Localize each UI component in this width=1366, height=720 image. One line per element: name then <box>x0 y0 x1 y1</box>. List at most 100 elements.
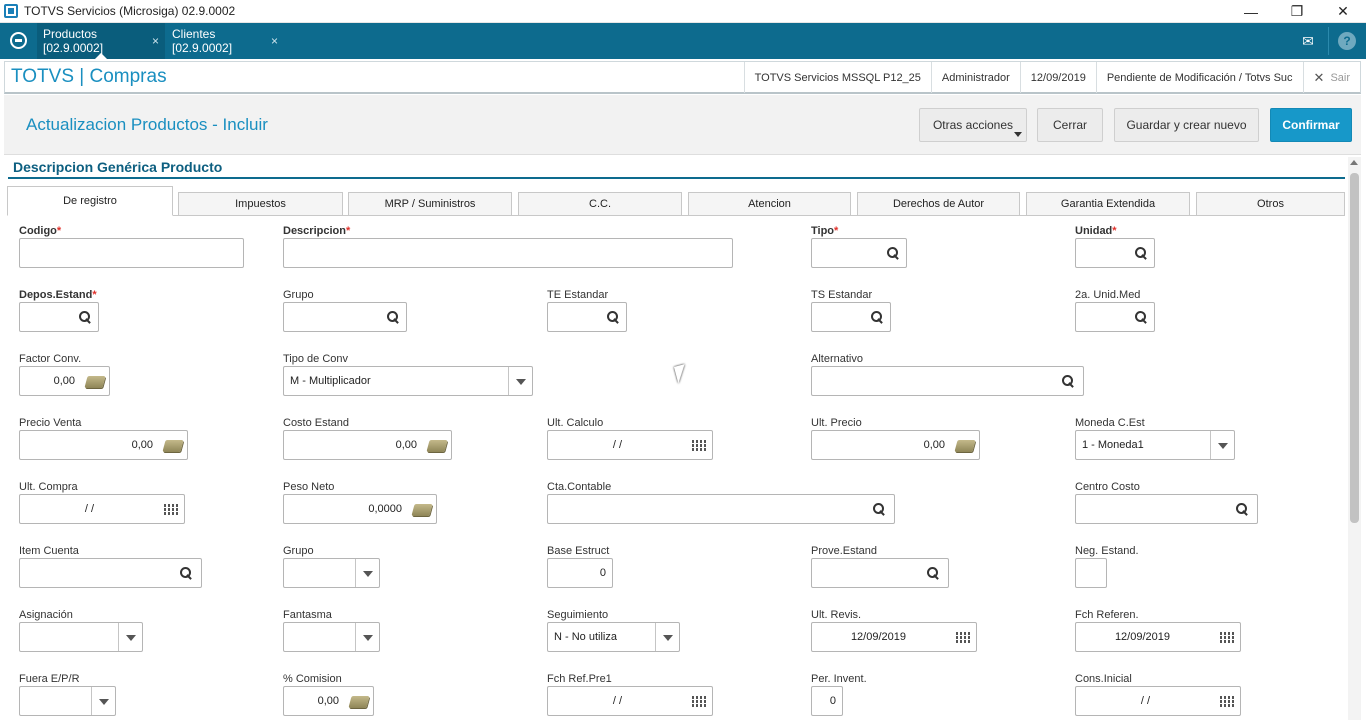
depos-estand-field[interactable] <box>19 302 99 332</box>
cons-inicial-date[interactable]: / / <box>1075 686 1241 716</box>
chevron-down-icon[interactable] <box>1210 431 1234 459</box>
chevron-down-icon[interactable] <box>655 623 679 651</box>
ts-estandar-label: TS Estandar <box>811 289 873 301</box>
precio-venta-field[interactable]: 0,00 <box>19 430 188 460</box>
calendar-icon[interactable] <box>164 504 178 516</box>
descripcion-field[interactable] <box>283 238 733 268</box>
calculator-icon[interactable] <box>84 376 106 388</box>
chevron-down-icon[interactable] <box>355 623 379 651</box>
calculator-icon[interactable] <box>426 440 448 452</box>
search-icon[interactable] <box>78 310 92 324</box>
confirm-button[interactable]: Confirmar <box>1270 108 1352 142</box>
calculator-icon[interactable] <box>162 440 184 452</box>
comision-field[interactable]: 0,00 <box>283 686 374 716</box>
status-label: Pendiente de Modificación / Totvs Suc <box>1095 62 1303 93</box>
tab-garantia-extendida[interactable]: Garantia Extendida <box>1026 192 1190 216</box>
calendar-icon[interactable] <box>692 440 706 452</box>
centro-costo-field[interactable] <box>1075 494 1258 524</box>
vertical-scrollbar[interactable] <box>1348 157 1361 720</box>
mail-icon[interactable]: ✉ <box>1298 31 1318 51</box>
tab-impuestos[interactable]: Impuestos <box>178 192 343 216</box>
close-button[interactable]: Cerrar <box>1037 108 1103 142</box>
totvs-logo-icon[interactable] <box>10 32 27 49</box>
window-controls: — ❐ ✕ <box>1228 0 1366 23</box>
grupo-field[interactable] <box>283 302 407 332</box>
minimize-button[interactable]: — <box>1228 0 1274 23</box>
per-invent-field[interactable]: 0 <box>811 686 843 716</box>
calculator-icon[interactable] <box>411 504 433 516</box>
search-icon[interactable] <box>386 310 400 324</box>
search-icon[interactable] <box>870 310 884 324</box>
tab-cc[interactable]: C.C. <box>518 192 682 216</box>
base-estruct-field[interactable]: 0 <box>547 558 613 588</box>
ult-calculo-label: Ult. Calculo <box>547 417 604 429</box>
fch-ref-pre1-date[interactable]: / / <box>547 686 713 716</box>
exit-button[interactable]: ✕ Sair <box>1302 62 1360 93</box>
chevron-down-icon[interactable] <box>118 623 142 651</box>
moneda-cest-select[interactable]: 1 - Moneda1 <box>1075 430 1235 460</box>
asignacion-select[interactable] <box>19 622 143 652</box>
tipo-conv-select[interactable]: M - Multiplicador <box>283 366 533 396</box>
unid-med-2-field[interactable] <box>1075 302 1155 332</box>
calendar-icon[interactable] <box>956 632 970 644</box>
calendar-icon[interactable] <box>1220 696 1234 708</box>
item-cuenta-field[interactable] <box>19 558 202 588</box>
ult-revis-label: Ult. Revis. <box>811 609 862 621</box>
alternativo-field[interactable] <box>811 366 1084 396</box>
unidad-field[interactable] <box>1075 238 1155 268</box>
comision-label: % Comision <box>283 673 342 685</box>
app-tab-clientes[interactable]: Clientes [02.9.0002] × <box>166 23 284 59</box>
fuera-epr-select[interactable] <box>19 686 116 716</box>
ult-compra-date[interactable]: / / <box>19 494 185 524</box>
fch-ref-pre1-label: Fch Ref.Pre1 <box>547 673 612 685</box>
search-icon[interactable] <box>926 566 940 580</box>
costo-estand-field[interactable]: 0,00 <box>283 430 452 460</box>
app-tab-productos[interactable]: Productos [02.9.0002] × <box>37 23 165 59</box>
calendar-icon[interactable] <box>1220 632 1234 644</box>
calendar-icon[interactable] <box>692 696 706 708</box>
save-and-new-button[interactable]: Guardar y crear nuevo <box>1114 108 1259 142</box>
search-icon[interactable] <box>1061 374 1075 388</box>
cta-contable-field[interactable] <box>547 494 895 524</box>
search-icon[interactable] <box>872 502 886 516</box>
tab-atencion[interactable]: Atencion <box>688 192 851 216</box>
chevron-down-icon[interactable] <box>355 559 379 587</box>
ult-revis-date[interactable]: 12/09/2019 <box>811 622 977 652</box>
scrollbar-thumb[interactable] <box>1350 173 1359 523</box>
tab-mrp-suministros[interactable]: MRP / Suministros <box>348 192 512 216</box>
ts-estandar-field[interactable] <box>811 302 891 332</box>
prove-estand-field[interactable] <box>811 558 949 588</box>
close-window-button[interactable]: ✕ <box>1320 0 1366 23</box>
search-icon[interactable] <box>1235 502 1249 516</box>
chevron-down-icon[interactable] <box>91 687 115 715</box>
search-icon[interactable] <box>1134 246 1148 260</box>
factor-conv-field[interactable]: 0,00 <box>19 366 110 396</box>
scroll-up-icon[interactable] <box>1350 160 1358 165</box>
seguimiento-select[interactable]: N - No utiliza <box>547 622 680 652</box>
search-icon[interactable] <box>886 246 900 260</box>
calculator-icon[interactable] <box>954 440 976 452</box>
tipo-field[interactable] <box>811 238 907 268</box>
codigo-field[interactable] <box>19 238 244 268</box>
tab-otros[interactable]: Otros <box>1196 192 1345 216</box>
search-icon[interactable] <box>1134 310 1148 324</box>
neg-estand-field[interactable] <box>1075 558 1107 588</box>
te-estandar-field[interactable] <box>547 302 627 332</box>
fch-referen-date[interactable]: 12/09/2019 <box>1075 622 1241 652</box>
other-actions-button[interactable]: Otras acciones <box>919 108 1027 142</box>
tab-derechos-de-autor[interactable]: Derechos de Autor <box>857 192 1020 216</box>
calculator-icon[interactable] <box>348 696 370 708</box>
search-icon[interactable] <box>606 310 620 324</box>
grupo-select[interactable] <box>283 558 380 588</box>
close-tab-icon[interactable]: × <box>271 34 278 48</box>
close-tab-icon[interactable]: × <box>152 34 159 48</box>
tab-de-registro[interactable]: De registro <box>7 186 173 216</box>
search-icon[interactable] <box>179 566 193 580</box>
restore-button[interactable]: ❐ <box>1274 0 1320 23</box>
ult-calculo-date[interactable]: / / <box>547 430 713 460</box>
chevron-down-icon[interactable] <box>508 367 532 395</box>
fantasma-select[interactable] <box>283 622 380 652</box>
ult-precio-field[interactable]: 0,00 <box>811 430 980 460</box>
help-icon[interactable]: ? <box>1338 32 1356 50</box>
peso-neto-field[interactable]: 0,0000 <box>283 494 437 524</box>
